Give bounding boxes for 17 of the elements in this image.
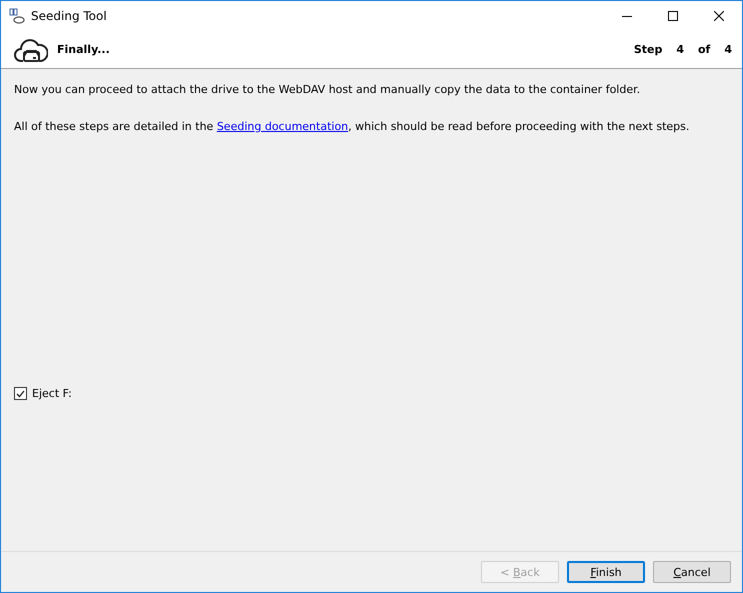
cloud-drive-icon — [14, 36, 48, 62]
maximize-icon — [668, 11, 678, 21]
documentation-link[interactable]: Seeding documentation — [216, 120, 348, 133]
intro-text: Now you can proceed to attach the drive to the WebDAV host and manually copy the data to the container folder. — [14, 83, 642, 96]
step-total: 4 — [724, 43, 732, 56]
close-icon — [714, 11, 724, 21]
step-current: 4 — [676, 43, 684, 56]
app-icon — [9, 8, 25, 24]
step-of: of — [698, 43, 710, 56]
page-heading: Finally... — [57, 43, 111, 56]
eject-label: Eject F: — [32, 387, 72, 400]
eject-checkbox[interactable] — [14, 387, 27, 400]
step-label: Step — [634, 43, 662, 56]
dialog-button[interactable]: Finish — [567, 561, 645, 583]
window-title: Seeding Tool — [31, 9, 108, 23]
note-text: All of these steps are detailed in the Seeding documentation, which should be read before proceeding with the next steps. — [14, 120, 690, 133]
dialog-button[interactable]: Cancel — [653, 561, 731, 583]
